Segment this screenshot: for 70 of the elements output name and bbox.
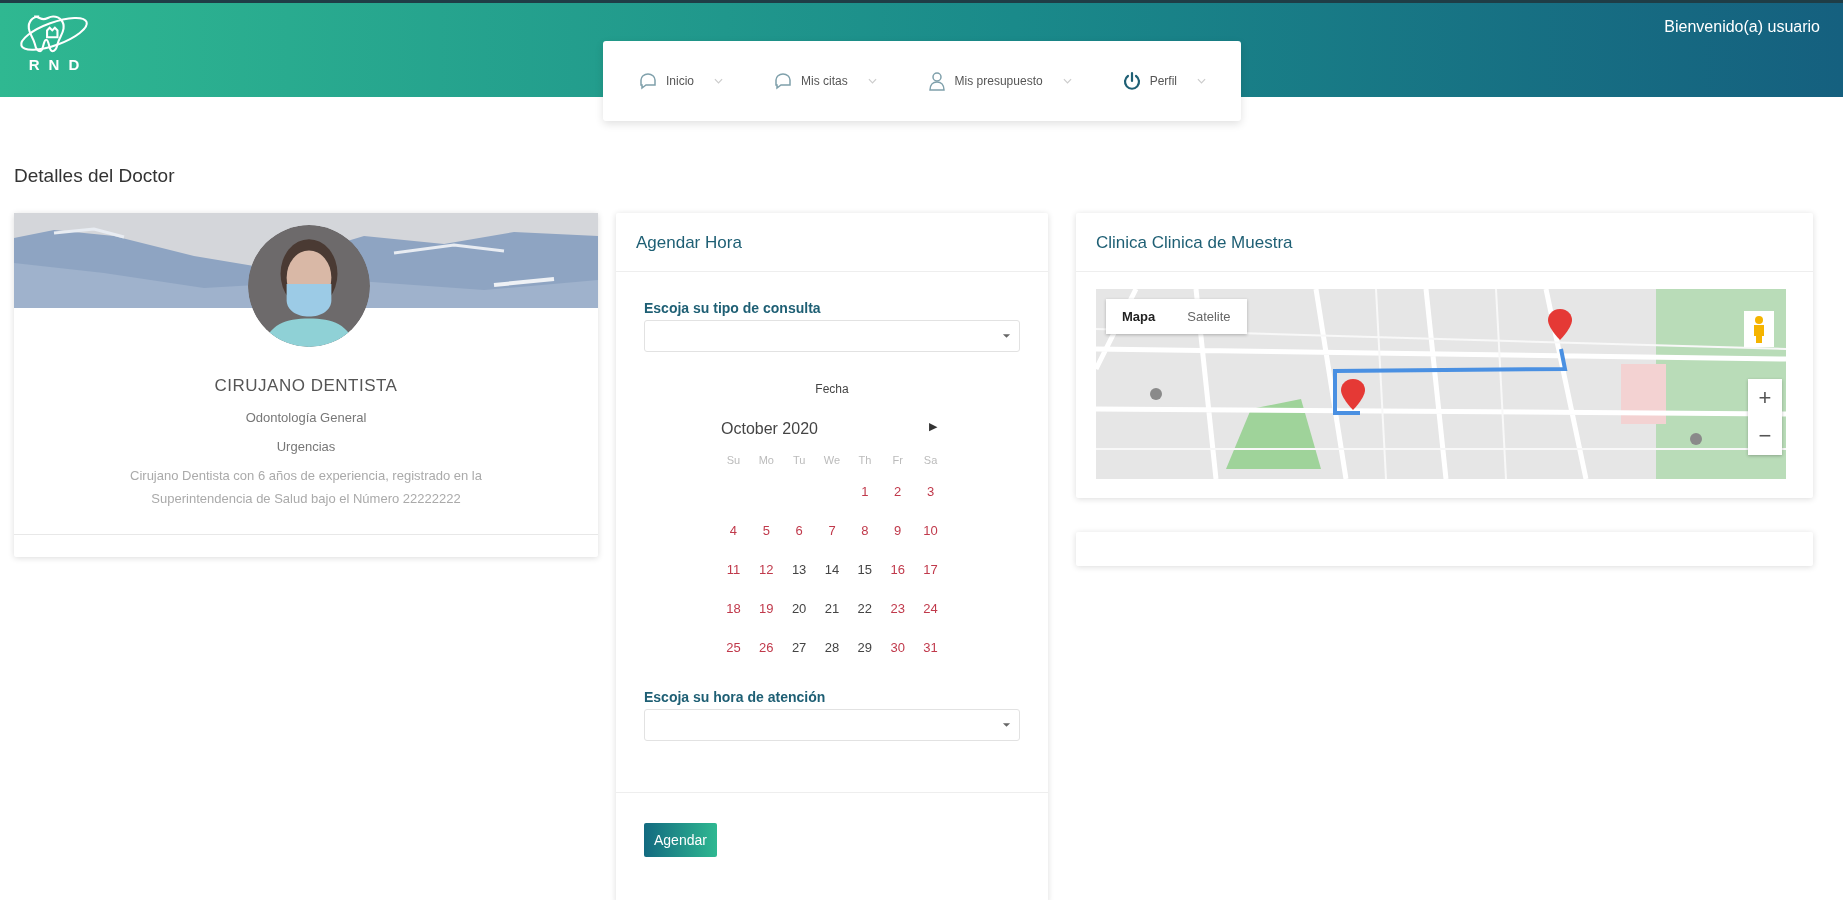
- calendar-day[interactable]: 1: [848, 472, 882, 511]
- nav-link[interactable]: Inicio: [666, 74, 694, 88]
- calendar-day[interactable]: 4: [717, 511, 750, 550]
- calendar-day[interactable]: 19: [749, 589, 783, 628]
- weekday-label: Tu: [791, 453, 807, 468]
- weekday-label: Th: [857, 453, 873, 468]
- calendar-day[interactable]: 6: [782, 511, 816, 550]
- field-label: Escoja su hora de atención: [644, 689, 827, 705]
- calendar-day[interactable]: 13: [782, 550, 816, 589]
- doctor-title: CIRUJANO DENTISTA: [213, 376, 399, 396]
- month-label: October 2020: [721, 420, 818, 439]
- description-text: Cirujano Dentista con 6 años de experiencia, registrado en la Superintendencia de Salud bajo el Número 22222222: [129, 467, 483, 508]
- weekday-label: Sa: [922, 453, 939, 468]
- calendar-day[interactable]: 18: [717, 589, 750, 628]
- calendar-day[interactable]: 5: [749, 511, 783, 550]
- calendar-day[interactable]: 24: [914, 589, 947, 628]
- calendar-day[interactable]: 9: [881, 511, 915, 550]
- calendar-day[interactable]: 11: [717, 550, 750, 589]
- calendar-day[interactable]: 17: [914, 550, 947, 589]
- nav-link[interactable]: Perfil: [1149, 74, 1177, 88]
- logo-text: RND: [28, 56, 89, 74]
- chat-bubble-icon: [638, 71, 658, 91]
- calendar-day[interactable]: 2: [881, 472, 915, 511]
- calendar-day[interactable]: 16: [881, 550, 915, 589]
- card-title: Clinica Clinica de Muestra: [1076, 213, 1813, 272]
- map-type-tab[interactable]: Mapa: [1106, 299, 1172, 334]
- weekday-label: Mo: [757, 453, 775, 468]
- field-label: Escoja su tipo de consulta: [644, 300, 822, 316]
- specialty-text: Odontología General: [244, 410, 368, 425]
- chat-bubble-icon: [772, 71, 793, 91]
- map-type-tab[interactable]: Satelite: [1171, 299, 1247, 334]
- calendar-day[interactable]: 21: [815, 589, 849, 628]
- calendar-day[interactable]: 22: [848, 589, 882, 628]
- dropdown-field[interactable]: [644, 709, 1020, 741]
- calendar-day[interactable]: 8: [848, 511, 882, 550]
- calendar-day[interactable]: 7: [815, 511, 849, 550]
- calendar-day[interactable]: 15: [848, 550, 882, 589]
- calendar-day[interactable]: 3: [914, 472, 947, 511]
- dropdown-field[interactable]: [644, 320, 1020, 352]
- calendar-day[interactable]: 29: [848, 628, 882, 667]
- submit-button[interactable]: Agendar: [644, 823, 717, 857]
- greeting-text: Bienvenido(a) usuario: [1664, 18, 1820, 36]
- service-text: Urgencias: [275, 439, 337, 454]
- weekday-label: Fr: [891, 453, 904, 468]
- nav-link[interactable]: Mis presupuesto: [954, 74, 1043, 88]
- calendar-day[interactable]: 14: [815, 550, 849, 589]
- zoom-out-button[interactable]: −: [1748, 417, 1782, 455]
- calendar-day[interactable]: 10: [914, 511, 947, 550]
- calendar-day[interactable]: 26: [749, 628, 783, 667]
- calendar-day[interactable]: 30: [881, 628, 915, 667]
- nav-link[interactable]: Mis citas: [800, 74, 848, 88]
- page-title: Detalles del Doctor: [14, 165, 176, 188]
- calendar-day[interactable]: 20: [782, 589, 816, 628]
- person-icon: [926, 71, 947, 91]
- weekday-label: Su: [725, 453, 742, 468]
- weekday-label: We: [822, 453, 842, 468]
- power-icon: [1121, 71, 1142, 91]
- card-title: Agendar Hora: [616, 213, 1048, 272]
- person-icon[interactable]: [1744, 311, 1774, 347]
- date-label: Fecha: [814, 382, 850, 396]
- zoom-in-button[interactable]: +: [1748, 379, 1782, 417]
- calendar-day[interactable]: 31: [914, 628, 947, 667]
- calendar-day[interactable]: 23: [881, 589, 915, 628]
- next-month-button[interactable]: ▶: [929, 420, 937, 448]
- calendar-day[interactable]: 28: [815, 628, 849, 667]
- caret-icon[interactable]: [1002, 722, 1011, 728]
- calendar-day[interactable]: 27: [782, 628, 816, 667]
- caret-icon[interactable]: [1002, 333, 1011, 339]
- calendar-day[interactable]: 12: [749, 550, 783, 589]
- calendar-day[interactable]: 25: [717, 628, 750, 667]
